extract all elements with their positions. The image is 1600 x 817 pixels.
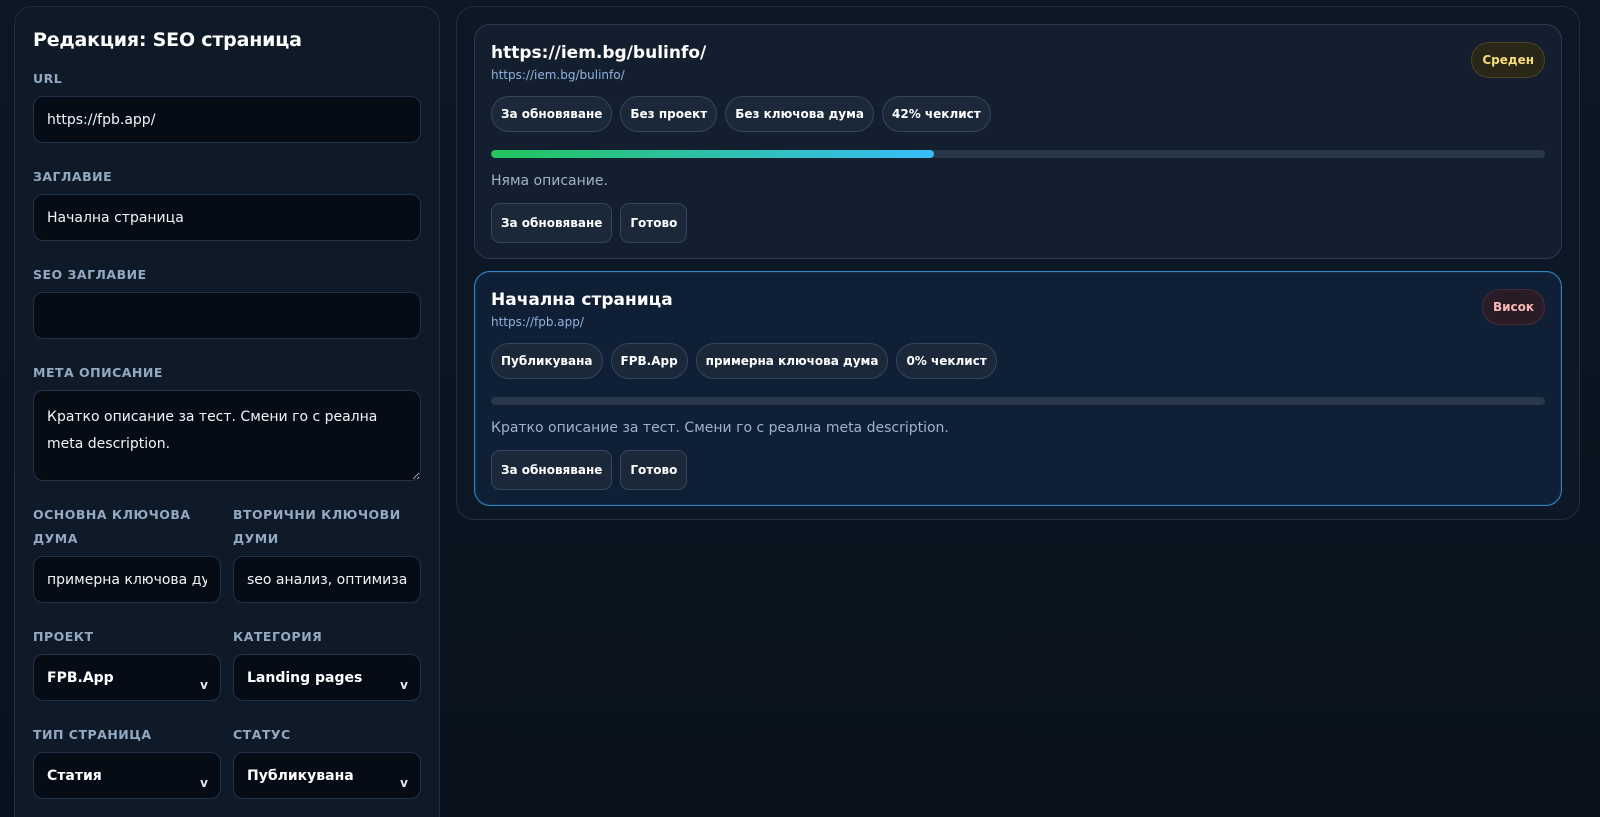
status-select-value: Публикувана xyxy=(247,767,354,784)
primary-keyword-label: Основна ключова дума xyxy=(33,507,191,546)
meta-description-textarea[interactable] xyxy=(33,390,421,481)
page-type-select-value: Статия xyxy=(47,767,102,784)
status-chip: За обновяване xyxy=(491,96,613,132)
priority-badge: Среден xyxy=(1471,42,1545,78)
project-chip: FPB.App xyxy=(610,343,688,379)
checklist-progress-bar xyxy=(491,150,1545,158)
checklist-chip: 42% чеклист xyxy=(882,96,991,132)
checklist-progress-bar xyxy=(491,397,1545,405)
title-label: Заглавие xyxy=(33,169,113,184)
keyword-chip: примерна ключова дума xyxy=(695,343,889,379)
page-card-url[interactable]: https://iem.bg/bulinfo/ xyxy=(491,68,1545,82)
secondary-keywords-label: Вторични ключови думи xyxy=(233,507,401,546)
mark-done-button[interactable]: Готово xyxy=(620,450,688,490)
meta-description-label: Мета описание xyxy=(33,365,163,380)
page-card-chips: Публикувана FPB.App примерна ключова дум… xyxy=(491,343,1545,379)
secondary-keywords-input[interactable] xyxy=(233,556,421,603)
page-card-title: Начална страница xyxy=(491,290,673,310)
page-card-url[interactable]: https://fpb.app/ xyxy=(491,315,1545,329)
seo-title-label: SEO заглавие xyxy=(33,267,147,282)
checklist-progress-fill xyxy=(491,150,934,158)
page-type-label: Тип страница xyxy=(33,727,152,742)
category-select-value: Landing pages xyxy=(247,669,363,686)
mark-done-button[interactable]: Готово xyxy=(620,203,688,243)
checklist-chip: 0% чеклист xyxy=(896,343,997,379)
status-label: Статус xyxy=(233,727,291,742)
page-card-actions: За обновяване Готово xyxy=(491,203,1545,243)
page-type-select[interactable]: Статия v xyxy=(33,752,221,799)
category-select[interactable]: Landing pages v xyxy=(233,654,421,701)
page-card-selected[interactable]: Начална страница https://fpb.app/ Висок … xyxy=(474,271,1562,506)
project-select-value: FPB.App xyxy=(47,669,114,686)
mark-for-update-button[interactable]: За обновяване xyxy=(491,450,613,490)
page-card-actions: За обновяване Готово xyxy=(491,450,1545,490)
title-input[interactable] xyxy=(33,194,421,241)
category-label: Категория xyxy=(233,629,323,644)
chevron-down-icon: v xyxy=(200,678,208,692)
project-chip: Без проект xyxy=(620,96,718,132)
page-card-description: Няма описание. xyxy=(491,173,608,189)
seo-title-input[interactable] xyxy=(33,292,421,339)
chevron-down-icon: v xyxy=(400,776,408,790)
primary-keyword-input[interactable] xyxy=(33,556,221,603)
chevron-down-icon: v xyxy=(400,678,408,692)
seo-pages-list: https://iem.bg/bulinfo/ https://iem.bg/b… xyxy=(456,6,1580,520)
priority-badge: Висок xyxy=(1481,289,1545,325)
keyword-chip: Без ключова дума xyxy=(725,96,875,132)
page-card-description: Кратко описание за тест. Смени го с реал… xyxy=(491,420,949,436)
page-card-chips: За обновяване Без проект Без ключова дум… xyxy=(491,96,1545,132)
page-card-title: https://iem.bg/bulinfo/ xyxy=(491,43,707,63)
project-label: Проект xyxy=(33,629,94,644)
mark-for-update-button[interactable]: За обновяване xyxy=(491,203,613,243)
project-select[interactable]: FPB.App v xyxy=(33,654,221,701)
status-chip: Публикувана xyxy=(491,343,603,379)
status-select[interactable]: Публикувана v xyxy=(233,752,421,799)
page-card[interactable]: https://iem.bg/bulinfo/ https://iem.bg/b… xyxy=(474,24,1562,259)
editor-title: Редакция: SEO страница xyxy=(33,29,302,51)
url-label: URL xyxy=(33,71,63,86)
chevron-down-icon: v xyxy=(200,776,208,790)
url-input[interactable] xyxy=(33,96,421,143)
seo-page-editor: Редакция: SEO страница URL Заглавие SEO … xyxy=(14,6,440,817)
